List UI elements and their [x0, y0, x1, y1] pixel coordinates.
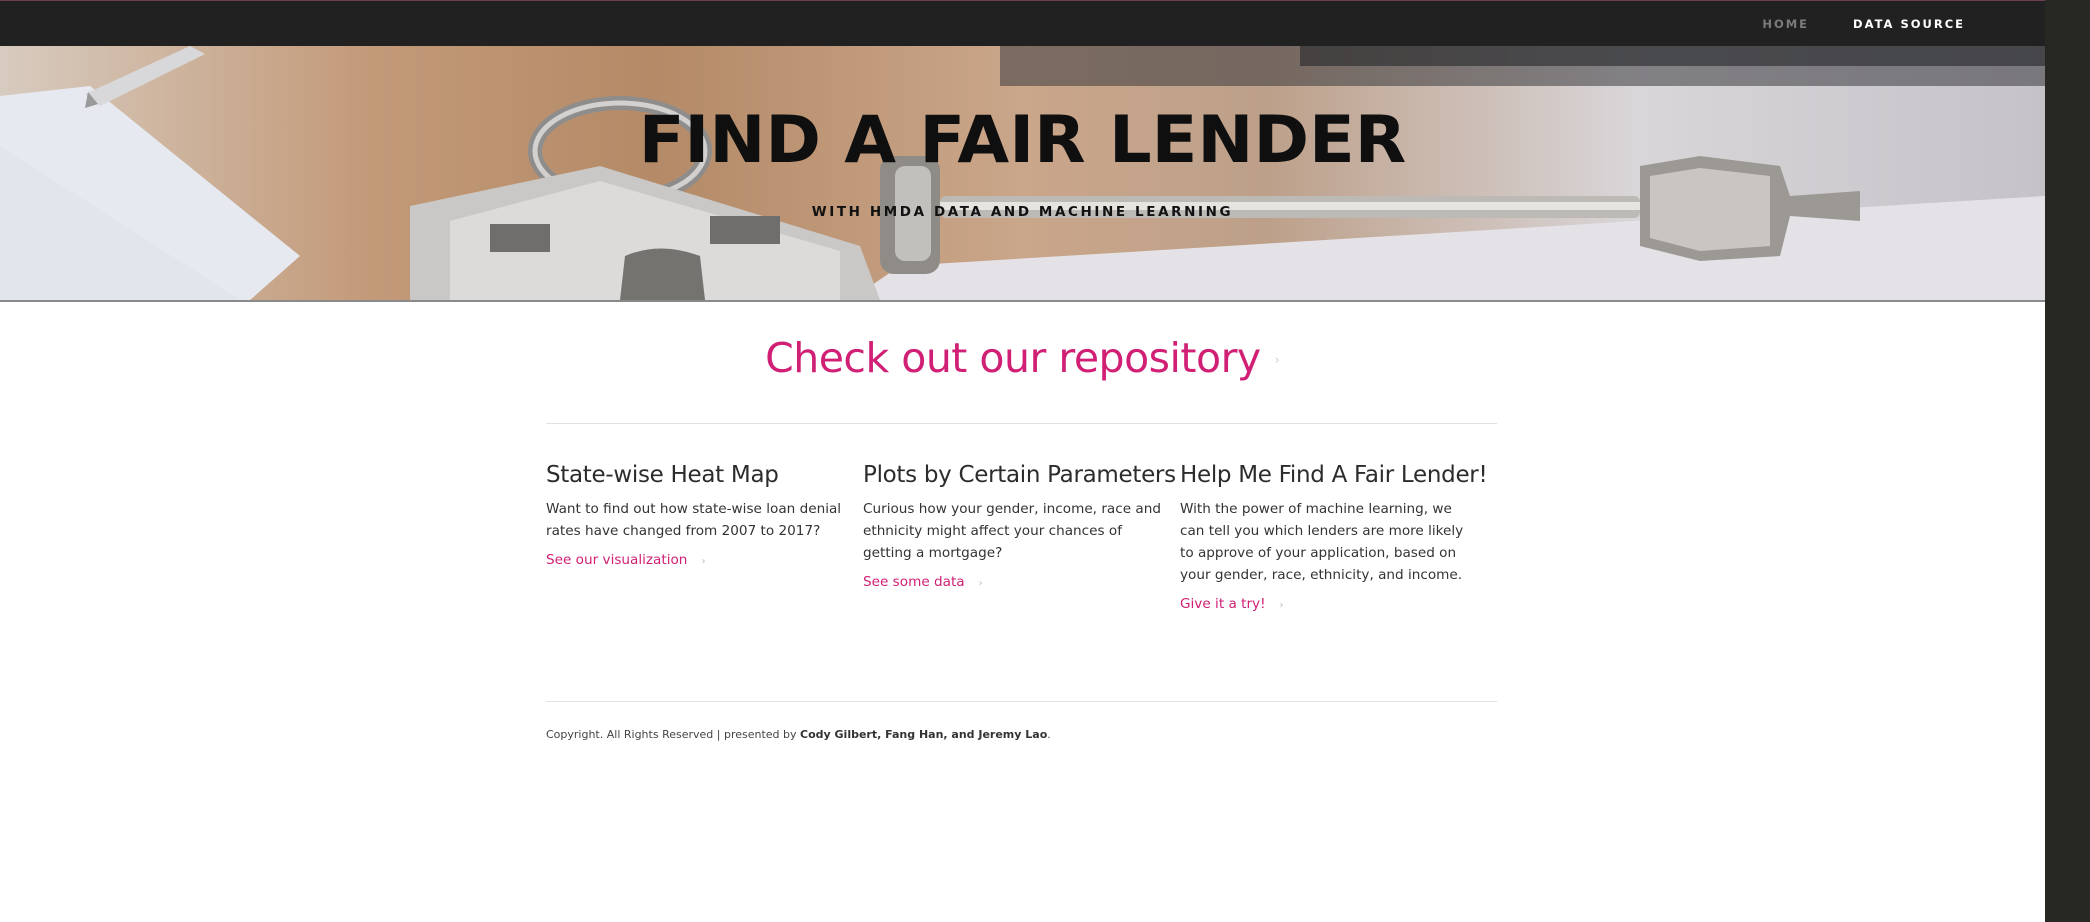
divider — [546, 423, 1497, 424]
footer: Copyright. All Rights Reserved | present… — [546, 728, 1497, 741]
nav-links: HOME DATA SOURCE — [1762, 1, 1965, 47]
feature-description: Curious how your gender, income, race an… — [863, 501, 1161, 561]
feature-title: Plots by Certain Parameters — [863, 462, 1176, 488]
chevron-right-icon: › — [1279, 600, 1284, 611]
see-data-link[interactable]: See some data › — [863, 574, 983, 590]
copyright-text: Copyright. All Rights Reserved | present… — [546, 728, 801, 741]
see-visualization-link[interactable]: See our visualization › — [546, 552, 705, 568]
feature-heat-map: State-wise Heat Map Want to find out how… — [546, 462, 863, 612]
feature-link-label: Give it a try! — [1180, 596, 1266, 612]
page: HOME DATA SOURCE FIND A FAIR LENDER WITH… — [0, 0, 2045, 922]
hero-subtitle: WITH HMDA DATA AND MACHINE LEARNING — [811, 204, 1234, 220]
hero-banner: FIND A FAIR LENDER WITH HMDA DATA AND MA… — [0, 46, 2045, 302]
window-edge — [2045, 0, 2090, 922]
nav-data-source-link[interactable]: DATA SOURCE — [1853, 17, 1965, 31]
authors-text: Cody Gilbert, Fang Han, and Jeremy Lao — [800, 728, 1048, 741]
give-it-a-try-link[interactable]: Give it a try! › — [1180, 596, 1284, 612]
footer-period: . — [1047, 728, 1051, 741]
divider — [546, 701, 1497, 702]
top-navbar: HOME DATA SOURCE — [0, 0, 2045, 46]
nav-home-link[interactable]: HOME — [1762, 17, 1809, 31]
feature-link-label: See some data — [863, 574, 965, 590]
feature-title: State-wise Heat Map — [546, 462, 779, 488]
feature-plots: Plots by Certain Parameters Curious how … — [863, 462, 1180, 612]
feature-title: Help Me Find A Fair Lender! — [1180, 462, 1488, 488]
feature-find-lender: Help Me Find A Fair Lender! With the pow… — [1180, 462, 1497, 612]
chevron-right-icon: › — [1274, 352, 1280, 368]
repository-link[interactable]: Check out our repository › — [0, 334, 2045, 382]
hero-title: FIND A FAIR LENDER — [638, 103, 1407, 178]
chevron-right-icon: › — [701, 556, 706, 567]
repository-link-label: Check out our repository — [765, 334, 1261, 382]
features-row: State-wise Heat Map Want to find out how… — [546, 462, 1497, 612]
chevron-right-icon: › — [978, 578, 983, 589]
feature-description: Want to find out how state-wise loan den… — [546, 501, 842, 539]
feature-description: With the power of machine learning, we c… — [1180, 501, 1464, 583]
feature-link-label: See our visualization — [546, 552, 688, 568]
